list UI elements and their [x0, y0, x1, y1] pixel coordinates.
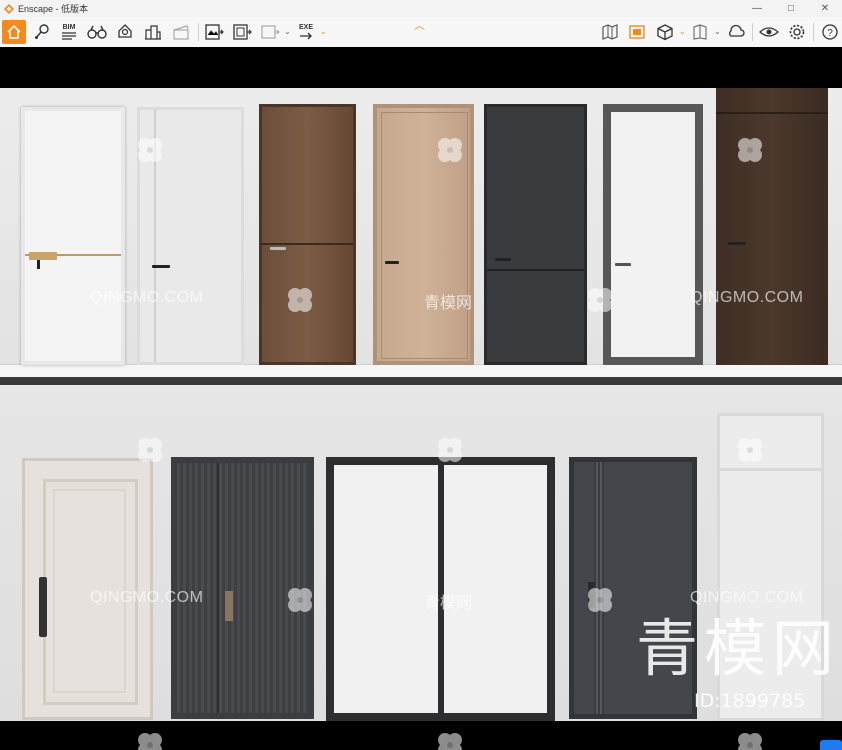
- video-editor-button[interactable]: [169, 20, 193, 44]
- window-controls: — □ ✕: [740, 0, 842, 17]
- collapse-toolbar-icon[interactable]: ︿: [414, 17, 425, 33]
- chevron-down-icon[interactable]: ⌄: [320, 27, 327, 36]
- location-button[interactable]: [30, 20, 54, 44]
- watermark-logo-icon: [138, 438, 162, 462]
- visual-settings-button[interactable]: [757, 20, 781, 44]
- title-bar: Enscape - 低版本 — □ ✕: [0, 0, 842, 17]
- export-image-icon: [205, 24, 224, 40]
- toolbar-separator: [813, 23, 814, 41]
- screenshot-button[interactable]: [202, 20, 226, 44]
- door-walnut-3: [259, 104, 356, 365]
- upper-floor-edge: [0, 377, 842, 385]
- watermark-cn-text: 青模网: [424, 595, 473, 612]
- watermark-cn-text: 青模网: [424, 295, 473, 312]
- bell-icon: [118, 24, 132, 38]
- watermark-logo-icon: [288, 288, 312, 312]
- chevron-down-icon[interactable]: ⌄: [714, 27, 721, 36]
- watermark-text: QINGMO.COM: [690, 289, 804, 306]
- eye-icon: [759, 27, 779, 37]
- window-title: Enscape - 低版本: [18, 4, 89, 14]
- notification-button[interactable]: [113, 20, 137, 44]
- view-cube-button[interactable]: [653, 20, 677, 44]
- binoculars-icon: [87, 25, 107, 39]
- toolbar-separator: [752, 23, 753, 41]
- upper-floor: [0, 364, 842, 378]
- batch-render-button[interactable]: [230, 20, 254, 44]
- exe-label: EXE: [298, 23, 313, 31]
- minimap-icon: [629, 25, 645, 39]
- cloud-icon: [729, 24, 745, 37]
- door-dark-walnut-7: [716, 88, 828, 365]
- asset-library-button[interactable]: [688, 20, 712, 44]
- minimize-button[interactable]: —: [740, 0, 774, 17]
- bim-icon: [62, 31, 76, 40]
- export-panorama-icon: [261, 25, 280, 39]
- panorama-button[interactable]: [258, 20, 282, 44]
- watermark-logo-icon: [438, 438, 462, 462]
- lower-floor: [0, 721, 842, 750]
- upload-button[interactable]: [724, 20, 748, 44]
- watermark-logo-icon: [438, 138, 462, 162]
- corner-badge: [820, 740, 842, 750]
- location-pin-icon: [35, 24, 49, 39]
- svg-text:?: ?: [827, 28, 833, 39]
- watermark-logo-icon: [738, 438, 762, 462]
- enscape-logo-icon: [4, 3, 14, 14]
- export-batch-icon: [233, 24, 252, 40]
- binoculars-button[interactable]: [85, 20, 109, 44]
- export-exe-button[interactable]: EXE: [294, 20, 318, 44]
- bim-button[interactable]: BIM: [57, 20, 81, 44]
- home-icon: [7, 24, 21, 39]
- chevron-down-icon[interactable]: ⌄: [284, 27, 291, 36]
- bim-label: BIM: [62, 23, 76, 31]
- watermark-logo-icon: [288, 588, 312, 612]
- watermark-logo-icon: [438, 733, 462, 750]
- settings-button[interactable]: [785, 20, 809, 44]
- watermark-logo-icon: [588, 588, 612, 612]
- help-icon: ?: [822, 24, 838, 40]
- door-white-frame-6: [603, 104, 703, 365]
- buildings-icon: [145, 25, 161, 40]
- door-charcoal-5: [484, 104, 587, 365]
- settings-icon: [789, 24, 805, 40]
- watermark-logo-icon: [588, 288, 612, 312]
- chevron-down-icon[interactable]: ⌄: [679, 27, 686, 36]
- map-button[interactable]: [598, 20, 622, 44]
- film-clapper-icon: [173, 25, 189, 40]
- model-id: ID:1899785: [694, 690, 806, 712]
- watermark-text: QINGMO.COM: [90, 289, 204, 306]
- watermark-logo-icon: [738, 733, 762, 750]
- cube-icon: [657, 24, 673, 41]
- watermark-text: QINGMO.COM: [90, 589, 204, 606]
- watermark-logo-icon: [138, 138, 162, 162]
- brand-watermark: 青模网: [636, 612, 841, 685]
- export-exe-icon: [300, 32, 312, 39]
- buildings-button[interactable]: [141, 20, 165, 44]
- close-button[interactable]: ✕: [808, 0, 842, 17]
- book-icon: [693, 24, 707, 40]
- door-white-1: [21, 107, 125, 365]
- map-icon: [602, 24, 618, 40]
- render-viewport[interactable]: QINGMO.COM QINGMO.COM QINGMO.COM QINGMO.…: [0, 47, 842, 750]
- toolbar-separator: [198, 23, 199, 41]
- maximize-button[interactable]: □: [774, 0, 808, 17]
- help-button[interactable]: ?: [818, 20, 842, 44]
- watermark-logo-icon: [138, 733, 162, 750]
- watermark-logo-icon: [738, 138, 762, 162]
- minimap-button[interactable]: [625, 20, 649, 44]
- home-button[interactable]: [2, 20, 26, 44]
